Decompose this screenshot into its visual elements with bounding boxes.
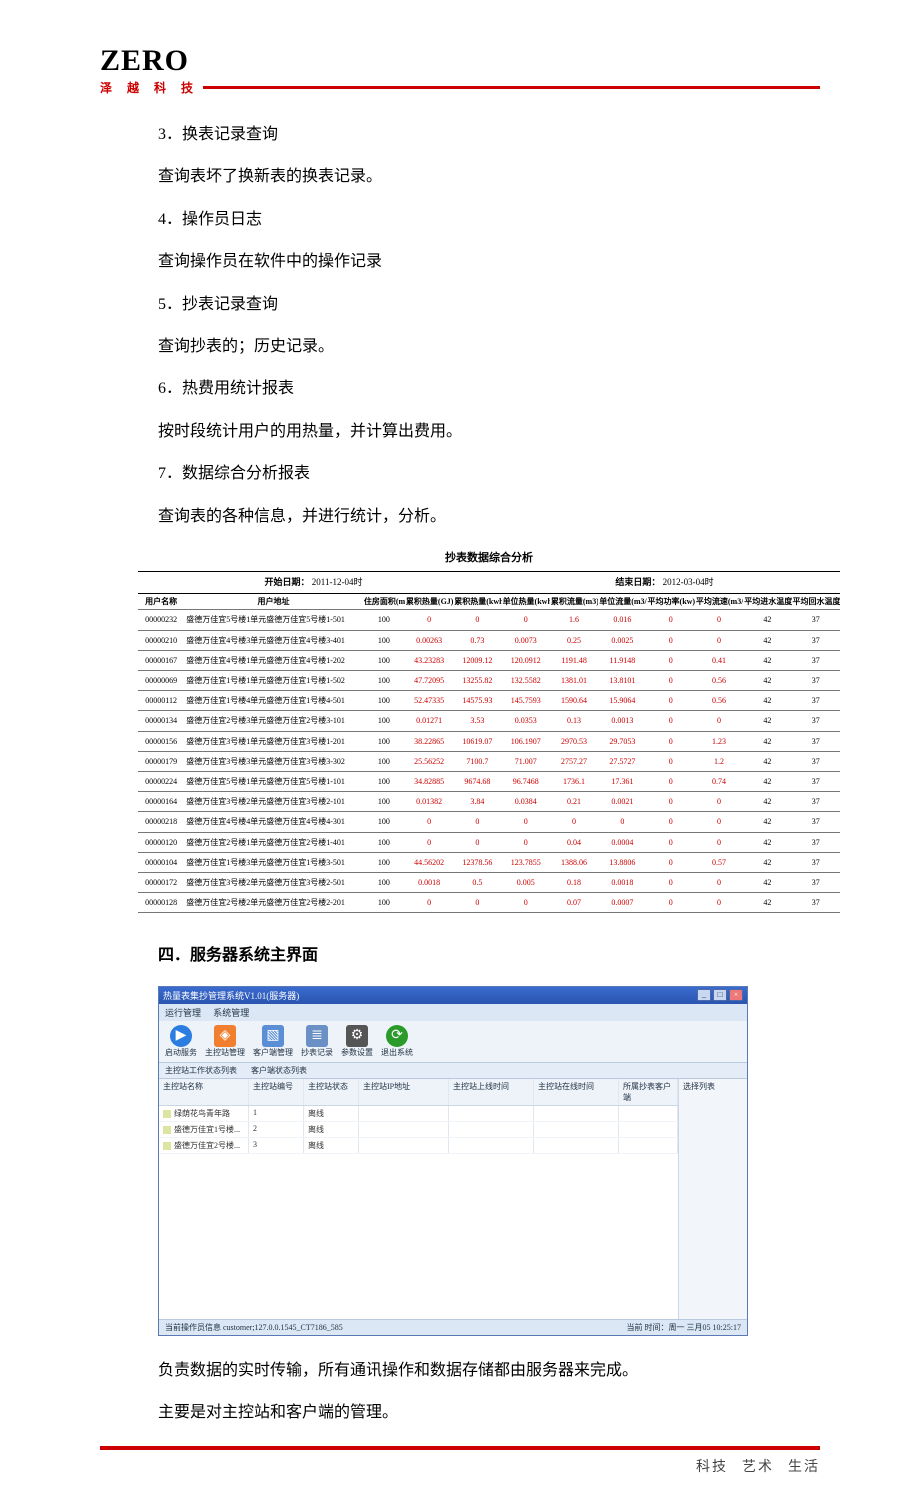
play-icon: ▶ [170, 1025, 192, 1047]
document-icon [163, 1110, 171, 1118]
footer-divider [100, 1446, 820, 1450]
list-item[interactable]: 绿荫花鸟青年路1离线 [159, 1106, 678, 1122]
item-5-title: 抄表记录查询 [182, 296, 278, 313]
document-icon [163, 1142, 171, 1150]
report-table: 用户名称用户地址住房面积(m2)累积热量(GJ)累积热量(kwh)单位热量(kw… [138, 594, 840, 913]
document-icon [163, 1126, 171, 1134]
item-5-num: 5． [158, 296, 182, 313]
statusbar: 当前操作员信息 customer;127.0.0.1545_CT7186_585… [159, 1319, 747, 1335]
report-col-header: 平均功率(kw) [647, 594, 695, 610]
tool-client[interactable]: ▧客户端管理 [253, 1025, 293, 1058]
item-4-num: 4． [158, 211, 182, 228]
side-panel: 选择列表 [679, 1079, 747, 1319]
report-col-header: 单位热量(kwh/m2) [502, 594, 550, 610]
item-3-body: 查询表坏了换新表的换表记录。 [158, 162, 820, 192]
table-row: 00000167盛德万佳宜4号楼1单元盛德万佳宜4号楼1-20210043.23… [138, 650, 840, 670]
item-3-num: 3． [158, 126, 182, 143]
toolbar: ▶启动服务 ◈主控站管理 ▧客户端管理 ≣抄表记录 ⚙参数设置 ⟳退出系统 [159, 1021, 747, 1063]
item-4-body: 查询操作员在软件中的操作记录 [158, 247, 820, 277]
table-row: 00000112盛德万佳宜1号楼4单元盛德万佳宜1号楼4-50110052.47… [138, 691, 840, 711]
report-col-header: 用户地址 [184, 594, 363, 610]
tool-exit[interactable]: ⟳退出系统 [381, 1025, 413, 1058]
report-col-header: 住房面积(m2) [363, 594, 405, 610]
tabbar: 主控站工作状态列表 客户端状态列表 [159, 1063, 747, 1079]
page-header: ZERO 泽 越 科 技 [0, 0, 920, 96]
section-4-heading: 四．服务器系统主界面 [158, 941, 820, 971]
report-title: 抄表数据综合分析 [138, 544, 840, 571]
item-3-title: 换表记录查询 [182, 126, 278, 143]
tool-record[interactable]: ≣抄表记录 [301, 1025, 333, 1058]
report-start: 开始日期： 2011-12-04时 [138, 572, 489, 593]
item-5-body: 查询抄表的；历史记录。 [158, 332, 820, 362]
report-col-header: 累积热量(GJ) [405, 594, 453, 610]
tool-start[interactable]: ▶启动服务 [165, 1025, 197, 1058]
table-row: 00000210盛德万佳宜4号楼3单元盛德万佳宜4号楼3-4011000.002… [138, 630, 840, 650]
brand-logo: ZERO [100, 46, 920, 76]
menu-system[interactable]: 系统管理 [213, 1008, 249, 1018]
gear-icon: ⚙ [346, 1025, 368, 1047]
menubar: 运行管理 系统管理 [159, 1004, 747, 1021]
section-4-p1: 负责数据的实时传输，所有通讯操作和数据存储都由服务器来完成。 [158, 1356, 820, 1386]
section-4-p2: 主要是对主控站和客户端的管理。 [158, 1398, 820, 1428]
power-icon: ⟳ [386, 1025, 408, 1047]
item-6-body: 按时段统计用户的用热量，并计算出费用。 [158, 417, 820, 447]
table-row: 00000172盛德万佳宜3号楼2单元盛德万佳宜3号楼2-5011000.001… [138, 872, 840, 892]
table-row: 00000104盛德万佳宜1号楼3单元盛德万佳宜1号楼3-50110044.56… [138, 852, 840, 872]
item-7-body: 查询表的各种信息，并进行统计，分析。 [158, 502, 820, 532]
tab-stations[interactable]: 主控站工作状态列表 [165, 1066, 237, 1075]
table-row: 00000134盛德万佳宜2号楼3单元盛德万佳宜2号楼3-1011000.012… [138, 711, 840, 731]
item-7-num: 7． [158, 465, 182, 482]
report-col-header: 平均流速(m3/h) [695, 594, 743, 610]
footer-slogan: 科技艺术生活 [682, 1456, 820, 1476]
brand-tagline: 泽 越 科 技 [100, 79, 203, 96]
header-divider [203, 86, 820, 89]
table-row: 00000128盛德万佳宜2号楼2单元盛德万佳宜2号楼2-2011000000.… [138, 893, 840, 913]
report-col-header: 平均回水温度(℃) [792, 594, 840, 610]
server-app-window: 热量表集抄管理系统V1.01(服务器) _ □ × 运行管理 系统管理 ▶启动服… [158, 986, 748, 1336]
table-row: 00000069盛德万佳宜1号楼1单元盛德万佳宜1号楼1-50210047.72… [138, 671, 840, 691]
item-4-title: 操作员日志 [182, 211, 262, 228]
report-end: 结束日期： 2012-03-04时 [489, 572, 840, 593]
table-row: 00000156盛德万佳宜3号楼1单元盛德万佳宜3号楼1-20110038.22… [138, 731, 840, 751]
table-row: 00000120盛德万佳宜2号楼1单元盛德万佳宜2号楼1-4011000000.… [138, 832, 840, 852]
list-item[interactable]: 盛德万佳宜1号楼...2离线 [159, 1122, 678, 1138]
grid-panel: 主控站名称 主控站编号 主控站状态 主控站IP地址 主控站上线时间 主控站在线时… [159, 1079, 679, 1319]
item-6-num: 6． [158, 380, 182, 397]
report-col-header: 单位流量(m3/m2) [598, 594, 646, 610]
item-7-title: 数据综合分析报表 [182, 465, 310, 482]
item-6-title: 热费用统计报表 [182, 380, 294, 397]
window-title: 热量表集抄管理系统V1.01(服务器) [163, 989, 697, 1002]
report-table-block: 抄表数据综合分析 开始日期： 2011-12-04时 结束日期： 2012-03… [138, 544, 840, 913]
status-right: 当前 时间：周一 三月05 10:25:17 [627, 1322, 741, 1333]
report-col-header: 平均进水温度(℃) [743, 594, 791, 610]
maximize-button[interactable]: □ [713, 989, 727, 1001]
page-footer: 科技艺术生活 [0, 1446, 920, 1472]
document-body: 3．换表记录查询 查询表坏了换新表的换表记录。 4．操作员日志 查询操作员在软件… [0, 96, 920, 972]
close-button[interactable]: × [729, 989, 743, 1001]
report-col-header: 累积流量(m3) [550, 594, 598, 610]
side-panel-label: 选择列表 [683, 1081, 743, 1092]
tool-station[interactable]: ◈主控站管理 [205, 1025, 245, 1058]
table-row: 00000179盛德万佳宜3号楼3单元盛德万佳宜3号楼3-30210025.56… [138, 751, 840, 771]
tab-clients[interactable]: 客户端状态列表 [251, 1066, 307, 1075]
table-row: 00000224盛德万佳宜5号楼1单元盛德万佳宜5号楼1-10110034.82… [138, 771, 840, 791]
report-col-header: 用户名称 [138, 594, 184, 610]
window-titlebar[interactable]: 热量表集抄管理系统V1.01(服务器) _ □ × [159, 987, 747, 1004]
menu-run[interactable]: 运行管理 [165, 1008, 201, 1018]
table-row: 00000218盛德万佳宜4号楼4单元盛德万佳宜4号楼4-30110000000… [138, 812, 840, 832]
minimize-button[interactable]: _ [697, 989, 711, 1001]
table-row: 00000232盛德万佳宜5号楼1单元盛德万佳宜5号楼1-5011000001.… [138, 610, 840, 630]
grid-header: 主控站名称 主控站编号 主控站状态 主控站IP地址 主控站上线时间 主控站在线时… [159, 1079, 678, 1106]
status-left: 当前操作员信息 customer;127.0.0.1545_CT7186_585 [165, 1322, 343, 1333]
image-icon: ▧ [262, 1025, 284, 1047]
tool-settings[interactable]: ⚙参数设置 [341, 1025, 373, 1058]
report-col-header: 累积热量(kwh) [453, 594, 501, 610]
list-item[interactable]: 盛德万佳宜2号楼...3离线 [159, 1138, 678, 1154]
list-icon: ≣ [306, 1025, 328, 1047]
rss-icon: ◈ [214, 1025, 236, 1047]
table-row: 00000164盛德万佳宜3号楼2单元盛德万佳宜3号楼2-1011000.013… [138, 792, 840, 812]
